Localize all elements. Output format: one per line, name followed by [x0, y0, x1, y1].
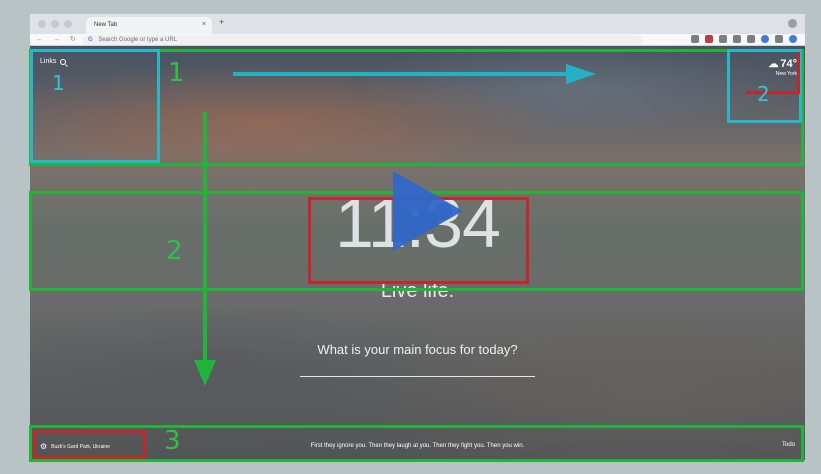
close-window-button[interactable]	[38, 20, 46, 28]
extension-icon[interactable]	[705, 35, 713, 43]
tab-new-tab[interactable]: New Tab ×	[86, 17, 212, 34]
arrow-down-icon	[194, 360, 216, 386]
tab-close-icon[interactable]: ×	[202, 21, 206, 28]
minimize-window-button[interactable]	[51, 20, 59, 28]
address-bar[interactable]: G Search Google or type a URL	[82, 35, 642, 45]
arrow-right-icon	[566, 64, 596, 84]
annotation-label: 2	[166, 236, 183, 266]
focus-input[interactable]	[300, 376, 535, 377]
profile-icon[interactable]	[788, 19, 797, 28]
annotation-weather-inner	[746, 52, 800, 94]
annotation-location-region	[33, 430, 146, 459]
toolbar: ← → ↻ G Search Google or type a URL	[30, 34, 805, 46]
extension-icon[interactable]	[719, 35, 727, 43]
extension-icon[interactable]	[761, 35, 769, 43]
arrow-right-icon	[233, 72, 569, 76]
extension-icons	[691, 35, 797, 43]
address-placeholder: Search Google or type a URL	[98, 37, 178, 43]
annotation-links-region	[30, 49, 160, 163]
tab-title: New Tab	[94, 22, 118, 28]
annotation-label: 1	[168, 58, 185, 88]
google-icon: G	[88, 37, 93, 43]
new-tab-button[interactable]: +	[219, 17, 224, 27]
nav-buttons[interactable]: ← → ↻	[36, 35, 80, 43]
annotation-label: 3	[164, 426, 181, 456]
play-icon[interactable]	[393, 171, 463, 251]
extension-icon[interactable]	[747, 35, 755, 43]
avatar[interactable]	[789, 35, 797, 43]
focus-question: What is your main focus for today?	[317, 342, 518, 357]
bookmark-star-icon[interactable]	[691, 35, 699, 43]
extension-icon[interactable]	[733, 35, 741, 43]
maximize-window-button[interactable]	[64, 20, 72, 28]
tab-bar: New Tab × +	[30, 14, 805, 34]
puzzle-icon[interactable]	[775, 35, 783, 43]
annotation-label: 2	[757, 82, 770, 106]
window-controls	[38, 20, 72, 28]
arrow-down-icon	[203, 112, 207, 362]
annotation-label: 1	[52, 71, 65, 95]
